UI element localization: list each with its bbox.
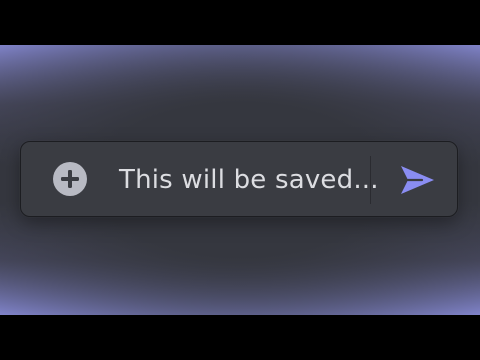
add-attachment-button[interactable] bbox=[53, 162, 87, 196]
send-button[interactable] bbox=[397, 162, 437, 198]
plus-circle-icon bbox=[61, 170, 79, 188]
divider bbox=[370, 156, 371, 204]
message-input[interactable]: This will be saved... bbox=[119, 142, 379, 218]
send-arrow-icon bbox=[401, 166, 434, 194]
video-frame: This will be saved... bbox=[0, 45, 480, 315]
message-composer: This will be saved... bbox=[20, 141, 458, 217]
